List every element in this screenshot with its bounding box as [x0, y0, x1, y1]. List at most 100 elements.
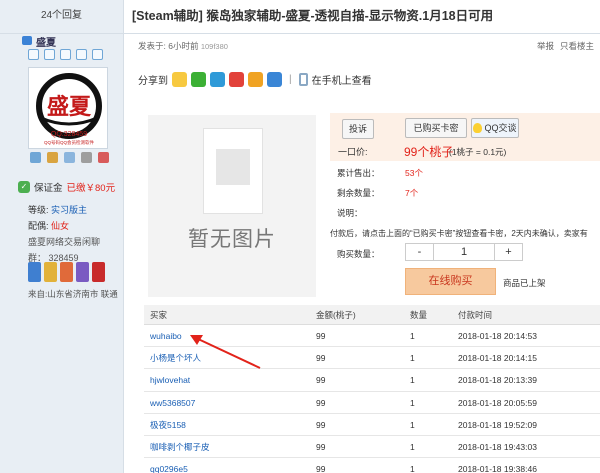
message-icon[interactable] [60, 49, 71, 60]
avatar[interactable]: 盛夏 QQ:328459 QQ号码QQ会员检测软件 [28, 67, 108, 149]
post-meta: 发表于: 6小时前 109f380 [138, 40, 228, 52]
medal-icon[interactable] [60, 262, 73, 282]
buyer-link[interactable]: ww5368507 [150, 398, 195, 408]
author-group: 盛夏网络交易闲聊 [28, 237, 101, 247]
friend-icon[interactable] [76, 49, 87, 60]
sold-value: 53个 [405, 168, 423, 178]
desc-row: 说明： [337, 207, 363, 219]
level-value: 实习版主 [51, 205, 88, 215]
buyer-link[interactable]: hjwlovehat [150, 375, 190, 385]
qq-chat-label: QQ交谈 [484, 123, 517, 133]
stock-label: 剩余数量： [337, 188, 380, 198]
page-title: [Steam辅助] 猴岛独家辅助-盛夏-透视自描-显示物资.1月18日可用 [124, 0, 600, 34]
buyer-link[interactable]: qq0296e5 [150, 464, 188, 473]
complain-button[interactable]: 投诉 [342, 119, 374, 139]
buy-online-button[interactable]: 在线购买 [405, 268, 496, 295]
medal-icon[interactable] [76, 262, 89, 282]
gift-icon[interactable] [98, 152, 109, 163]
qq-icon[interactable] [172, 71, 187, 87]
time-cell: 2018-01-18 20:14:15 [458, 353, 537, 364]
guarantee-value: 已缴￥80元 [66, 183, 116, 194]
post-id: 109f380 [200, 42, 228, 51]
tencent-weibo-icon[interactable] [267, 71, 282, 87]
sold-label: 累计售出： [337, 168, 380, 178]
share-label: 分享到 [138, 75, 168, 87]
time-cell: 2018-01-18 20:05:59 [458, 397, 537, 408]
time-cell: 2018-01-18 20:14:53 [458, 331, 537, 341]
quantity-label: 购买数量： [337, 249, 380, 259]
amount-cell: 99 [316, 331, 326, 341]
only-author-link[interactable]: 只看楼主 [560, 40, 594, 52]
wechat-icon[interactable] [191, 71, 206, 87]
table-row: ww5368507 99 1 2018-01-18 20:05:59 [144, 392, 600, 414]
purchase-table: 买家 金额(桃子) 数量 付款时间 wuhaibo 99 1 2018-01-1… [144, 305, 600, 473]
table-row: 小杨是个坏人 99 1 2018-01-18 20:14:15 [144, 347, 600, 370]
author-actions [30, 152, 109, 163]
medal-icon[interactable] [44, 262, 57, 282]
table-row: 咖啡剥个椰子皮 99 1 2018-01-18 19:43:03 [144, 436, 600, 459]
mobile-view-link[interactable]: 在手机上查看 [312, 72, 372, 87]
medal-icon[interactable] [92, 262, 105, 282]
quantity-cell: 1 [410, 464, 415, 473]
author-name[interactable]: 盛夏 [36, 34, 56, 49]
bought-card-button[interactable]: 已购买卡密 [405, 118, 467, 138]
avatar-text: 盛夏 [47, 94, 92, 120]
quantity-cell: 1 [410, 331, 415, 341]
weibo-icon[interactable] [229, 71, 244, 87]
buyer-link[interactable]: 小杨是个坏人 [150, 353, 201, 363]
profile-icons [28, 49, 103, 60]
payment-notice: 付款后，请点击上面的“已购买卡密”按钮查看卡密，2天内未确认，卖家有 [330, 229, 588, 238]
image-placeholder-icon [203, 128, 263, 214]
quantity-plus-button[interactable]: + [494, 244, 522, 260]
divider: | [289, 73, 292, 85]
amount-cell: 99 [316, 397, 326, 408]
settings-icon[interactable] [92, 49, 103, 60]
amount-cell: 99 [316, 464, 326, 473]
profile-card-icon[interactable] [64, 152, 75, 163]
author-info: 等级: 实习版主 配偶: 仙女 盛夏网络交易闲聊 群： 328459 [28, 202, 100, 266]
medal-icon[interactable] [28, 262, 41, 282]
avatar-subtext: QQ号码QQ会员检测软件 [44, 139, 95, 146]
time-cell: 2018-01-18 19:43:03 [458, 441, 537, 452]
amount-cell: 99 [316, 353, 326, 364]
user-icon[interactable] [28, 49, 39, 60]
quantity-cell: 1 [410, 397, 415, 408]
post-actions: 举报 只看楼主 [537, 40, 594, 52]
quantity-cell: 1 [410, 353, 415, 364]
medals [28, 262, 105, 282]
report-user-icon[interactable] [81, 152, 92, 163]
reply-count: 24个回复 [0, 0, 124, 34]
buyer-link[interactable]: wuhaibo [150, 331, 182, 341]
table-row: hjwlovehat 99 1 2018-01-18 20:13:39 [144, 369, 600, 392]
column-header: 金额(桃子) [316, 310, 356, 320]
column-header: 买家 [150, 310, 168, 320]
quantity-cell: 1 [410, 441, 415, 452]
price-label: 一口价: [338, 147, 368, 157]
star-icon[interactable] [248, 71, 263, 87]
stock-value: 7个 [405, 188, 419, 198]
buyer-link[interactable]: 极夜5158 [150, 420, 186, 430]
guarantee-badge: ✓ 保证金 已缴￥80元 [18, 180, 115, 194]
qzone-icon[interactable] [210, 71, 225, 87]
report-link[interactable]: 举报 [537, 40, 554, 52]
online-status-icon [22, 36, 32, 45]
author-sidebar: 盛夏 盛夏 QQ:328459 QQ号码QQ会员检测软件 ✓ 保证金 已缴￥80… [0, 34, 124, 473]
on-shelf-status: 商品已上架 [503, 278, 546, 288]
phone-icon [298, 72, 308, 86]
product-image: 暂无图片 [148, 115, 316, 297]
qq-chat-button[interactable]: QQ交谈 [471, 118, 519, 138]
sold-row: 累计售出： 53个 [337, 167, 423, 179]
avatar-qq: QQ:328459 [51, 131, 87, 138]
column-header: 数量 [410, 310, 428, 320]
buyer-link[interactable]: 咖啡剥个椰子皮 [150, 442, 210, 452]
quantity-minus-button[interactable]: - [406, 244, 434, 260]
mail-icon[interactable] [30, 152, 41, 163]
qq-icon [473, 123, 483, 133]
share-bar: 分享到 | 在手机上查看 [138, 68, 372, 90]
time-cell: 2018-01-18 19:38:46 [458, 464, 537, 473]
guarantee-label: 保证金 [34, 183, 63, 194]
quantity-input[interactable]: 1 [434, 244, 494, 260]
add-friend-icon[interactable] [47, 152, 58, 163]
time-cell: 2018-01-18 19:52:09 [458, 419, 537, 430]
home-icon[interactable] [44, 49, 55, 60]
